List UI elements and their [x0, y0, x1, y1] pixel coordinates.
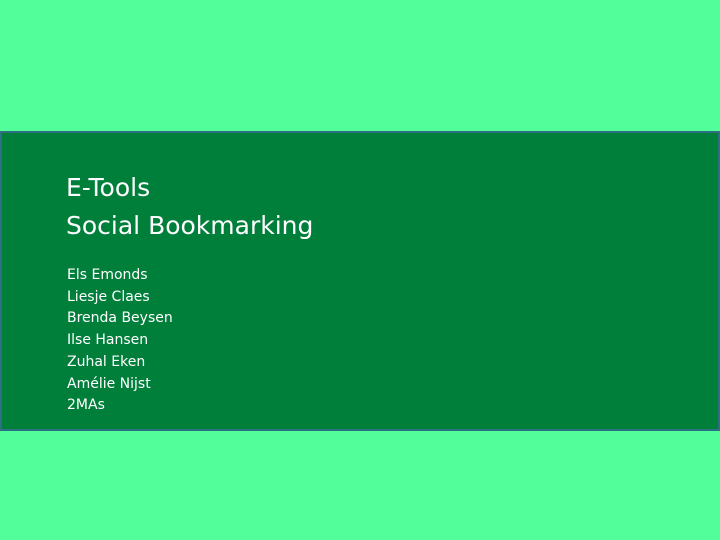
- title-line-1: E-Tools: [66, 173, 151, 202]
- title-slide: E-Tools Social Bookmarking Els Emonds Li…: [0, 0, 720, 540]
- author-name: Liesje Claes: [67, 288, 150, 305]
- author-list: Els Emonds Liesje Claes Brenda Beysen Il…: [67, 265, 173, 417]
- slide-title: E-Tools Social Bookmarking: [66, 169, 313, 245]
- author-name: Ilse Hansen: [67, 332, 149, 349]
- author-name: Els Emonds: [67, 267, 148, 283]
- author-name: Zuhal Eken: [67, 353, 146, 370]
- class-label: 2MAs: [67, 397, 105, 414]
- title-line-2: Social Bookmarking: [66, 211, 314, 240]
- author-name: Amélie Nijst: [67, 375, 151, 392]
- author-name: Brenda Beysen: [67, 310, 173, 327]
